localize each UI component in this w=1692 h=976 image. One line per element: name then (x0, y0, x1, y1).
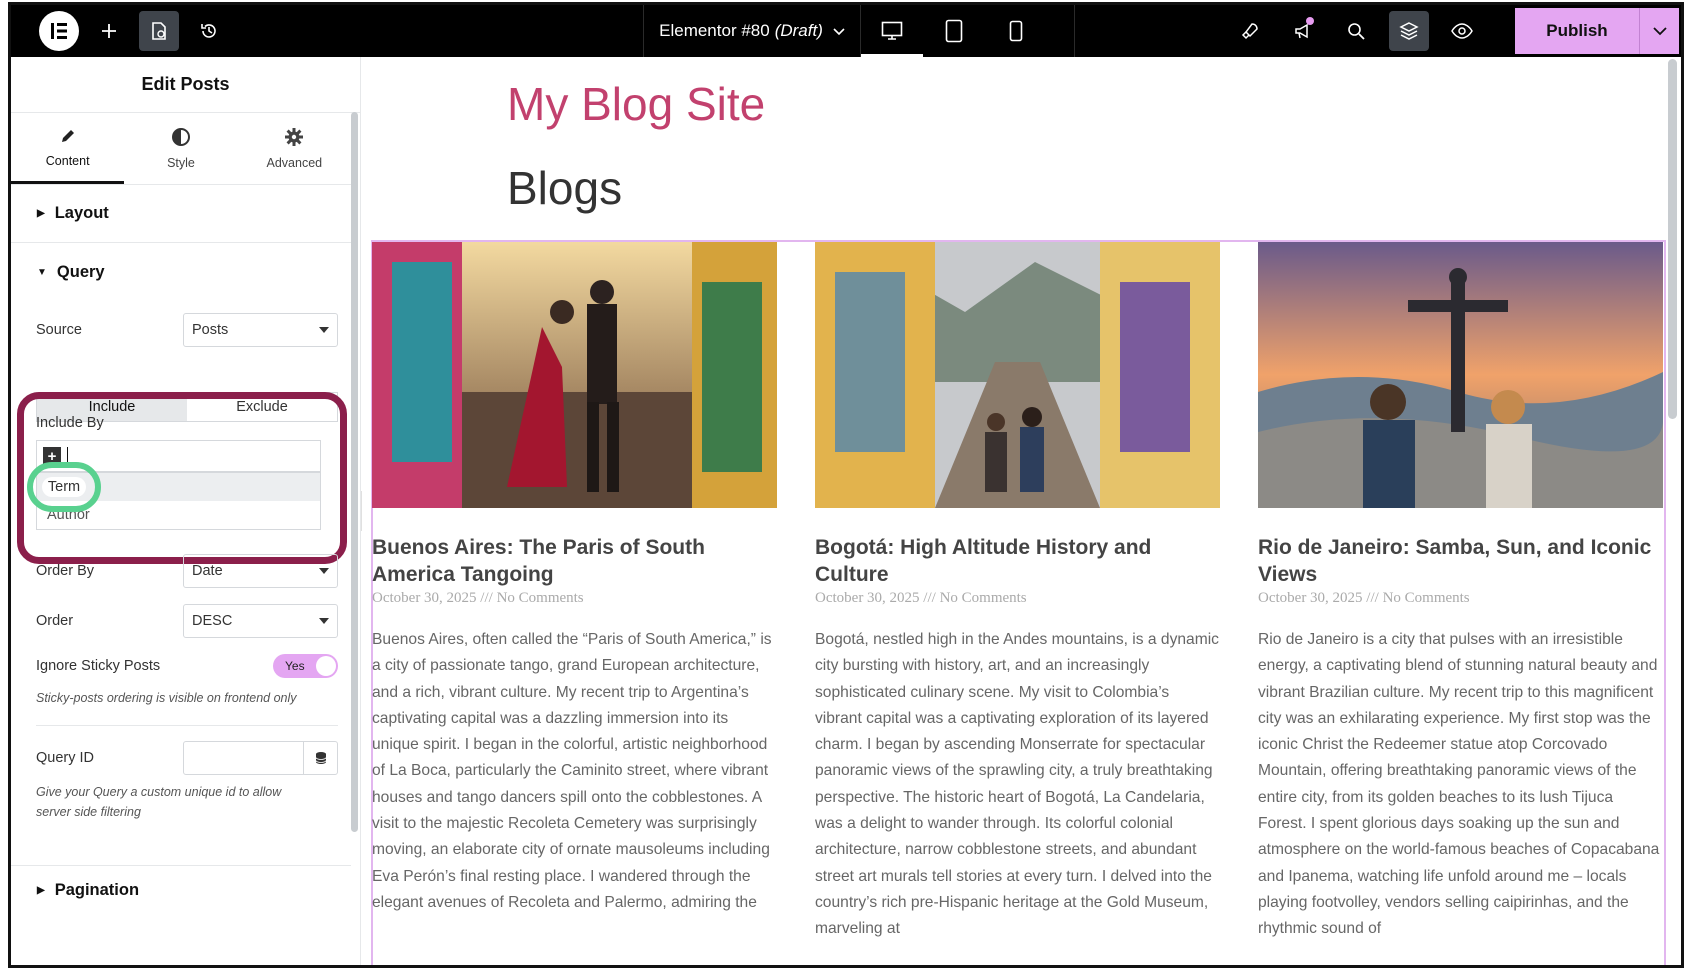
document-title: Elementor #80 (659, 21, 770, 40)
order-by-label: Order By (36, 563, 95, 579)
post-excerpt: Bogotá, nestled high in the Andes mounta… (815, 631, 1219, 938)
tab-advanced[interactable]: Advanced (238, 113, 351, 184)
post-title[interactable]: Buenos Aires: The Paris of South America… (372, 534, 777, 588)
post-excerpt: Rio de Janeiro is a city that pulses wit… (1258, 631, 1660, 938)
section-pagination-label: Pagination (54, 881, 140, 899)
post-meta: October 30, 2025 /// No Comments (815, 590, 1027, 606)
device-switcher (861, 5, 1075, 57)
query-id-input[interactable] (183, 741, 338, 775)
desktop-icon[interactable] (861, 5, 923, 57)
dynamic-tags-icon[interactable] (303, 742, 337, 774)
preview-scrollbar[interactable] (1668, 59, 1677, 419)
contrast-icon (171, 127, 191, 150)
bogota-street-image (815, 242, 1220, 508)
ignore-sticky-switch[interactable]: Yes (273, 654, 338, 678)
ignore-sticky-value: Yes (285, 659, 305, 673)
page-title[interactable]: Blogs (507, 161, 622, 215)
tab-advanced-label: Advanced (266, 156, 323, 170)
post-meta: October 30, 2025 /// No Comments (1258, 590, 1470, 606)
caret-right-icon: ▶ (37, 208, 45, 219)
tablet-icon[interactable] (923, 5, 985, 57)
post-excerpt: Buenos Aires, often called the “Paris of… (372, 631, 772, 911)
dropdown-arrow-icon (319, 568, 329, 574)
divider (36, 725, 338, 726)
gear-icon (284, 127, 304, 150)
elementor-logo-icon[interactable] (39, 11, 79, 51)
editor-panel: Edit Posts Content Style Advanced ▶ Layo… (11, 57, 361, 965)
section-query[interactable]: ▼ Query (11, 243, 351, 301)
document-title-menu[interactable]: Elementor #80 (Draft) (643, 5, 861, 57)
query-id-control: Query ID (36, 741, 338, 775)
post-thumbnail[interactable] (815, 242, 1220, 508)
order-value: DESC (192, 613, 233, 629)
panel-title: Edit Posts (11, 57, 360, 113)
query-id-help-text: Give your Query a custom unique id to al… (36, 785, 282, 819)
tab-content[interactable]: Content (11, 113, 125, 184)
publish-options-chevron-icon[interactable] (1639, 8, 1679, 54)
publish-button[interactable]: Publish (1515, 8, 1639, 54)
post-meta: October 30, 2025 /// No Comments (372, 590, 584, 606)
rio-christ-redeemer-image (1258, 242, 1663, 508)
panel-tabs: Content Style Advanced (11, 113, 351, 185)
post-card[interactable]: Rio de Janeiro: Samba, Sun, and Iconic V… (1258, 242, 1663, 943)
order-by-value: Date (192, 563, 223, 579)
section-layout-label: Layout (54, 204, 109, 222)
top-bar: Elementor #80 (Draft) Publish (11, 5, 1681, 57)
source-select[interactable]: Posts (183, 313, 338, 347)
search-icon[interactable] (1336, 11, 1376, 51)
post-thumbnail[interactable] (1258, 242, 1663, 508)
ignore-sticky-label: Ignore Sticky Posts (36, 658, 161, 674)
order-select[interactable]: DESC (183, 604, 338, 638)
section-pagination[interactable]: ▶ Pagination (11, 865, 351, 915)
rocket-icon[interactable] (1230, 11, 1270, 51)
sticky-help-text: Sticky-posts ordering is visible on fron… (36, 691, 297, 705)
source-control: Source Posts (36, 313, 338, 347)
order-label: Order (36, 613, 74, 629)
order-control: Order DESC (36, 604, 338, 638)
ignore-sticky-control: Ignore Sticky Posts Yes (36, 654, 338, 678)
include-by-highlight (17, 392, 347, 564)
dropdown-arrow-icon (319, 618, 329, 624)
pencil-icon (59, 127, 77, 148)
add-element-icon[interactable] (89, 11, 129, 51)
order-by-select[interactable]: Date (183, 554, 338, 588)
editor-window: Elementor #80 (Draft) Publish Edit Posts… (8, 2, 1684, 968)
caret-right-icon: ▶ (37, 885, 45, 896)
tab-style[interactable]: Style (124, 113, 237, 184)
source-value: Posts (192, 322, 229, 338)
post-title[interactable]: Rio de Janeiro: Samba, Sun, and Iconic V… (1258, 534, 1663, 588)
site-title[interactable]: My Blog Site (507, 77, 765, 131)
switch-knob (316, 656, 336, 676)
page-settings-icon[interactable] (139, 11, 179, 51)
post-title[interactable]: Bogotá: High Altitude History and Cultur… (815, 534, 1220, 588)
page-preview: My Blog Site Blogs Buenos Aires: The Par… (362, 57, 1681, 965)
tab-content-label: Content (45, 153, 90, 168)
mobile-icon[interactable] (985, 5, 1047, 57)
tango-street-image (372, 242, 777, 508)
notification-dot (1306, 17, 1314, 25)
layers-icon[interactable] (1389, 11, 1429, 51)
section-query-label: Query (56, 262, 105, 281)
preview-eye-icon[interactable] (1442, 11, 1482, 51)
chevron-down-icon (833, 21, 845, 41)
history-icon[interactable] (189, 11, 229, 51)
post-card[interactable]: Bogotá: High Altitude History and Cultur… (815, 242, 1220, 943)
section-layout[interactable]: ▶ Layout (11, 185, 351, 243)
post-thumbnail[interactable] (372, 242, 777, 508)
caret-down-icon: ▼ (37, 266, 47, 278)
whats-new-megaphone-icon[interactable] (1283, 11, 1323, 51)
dropdown-arrow-icon (319, 327, 329, 333)
order-by-control: Order By Date (36, 554, 338, 588)
panel-scrollbar[interactable] (351, 112, 358, 832)
document-status: (Draft) (774, 21, 823, 40)
post-card[interactable]: Buenos Aires: The Paris of South America… (372, 242, 777, 916)
query-id-label: Query ID (36, 750, 95, 766)
tab-style-label: Style (167, 156, 195, 170)
source-label: Source (36, 322, 82, 338)
